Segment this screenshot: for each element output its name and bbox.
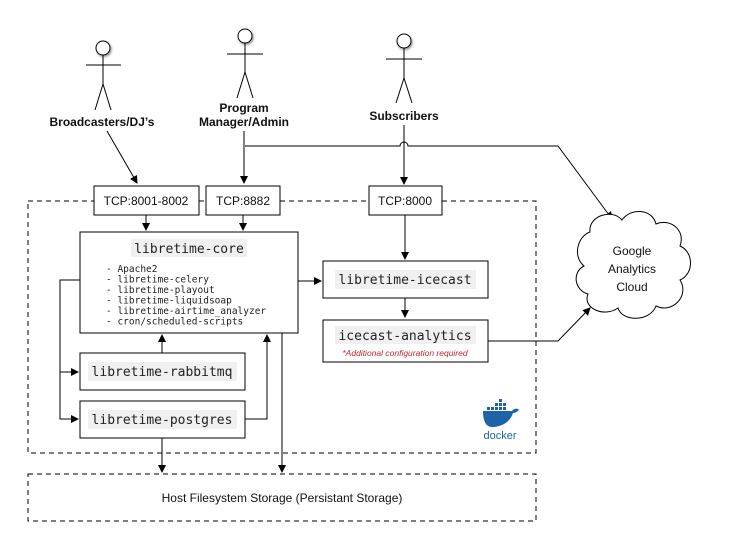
actor-broadcasters: Broadcasters/DJ’s	[50, 40, 155, 129]
core-item: - libretime-liquidsoap	[106, 296, 232, 307]
actor-label-broadcasters: Broadcasters/DJ’s	[50, 115, 155, 129]
cloud-label-line1: Google	[613, 244, 652, 258]
actor-head	[396, 33, 412, 49]
core-item: - libretime-airtime_analyzer	[106, 306, 266, 317]
edge-analytics-cloud	[488, 307, 591, 342]
actor-subscribers: Subscribers	[369, 33, 439, 123]
port-label-admin: TCP:8882	[216, 194, 270, 208]
core-item: - Apache2	[106, 264, 157, 275]
core-item: - cron/scheduled-scripts	[106, 317, 243, 328]
actor-program-manager: Program Manager/Admin	[199, 28, 289, 129]
service-analytics-label: icecast-analytics	[338, 329, 471, 344]
service-rabbitmq-label: libretime-rabbitmq	[92, 365, 233, 380]
actor-head	[237, 28, 253, 44]
architecture-diagram: Host Filesystem Storage (Persistant Stor…	[27, 28, 691, 522]
port-label-stream: TCP:8000	[378, 194, 432, 208]
edge-broadcasters-port	[106, 130, 138, 184]
storage-label: Host Filesystem Storage (Persistant Stor…	[162, 491, 403, 505]
cloud-label-line2: Analytics	[608, 262, 656, 276]
docker-label: docker	[483, 430, 516, 442]
core-item: - libretime-celery	[106, 275, 209, 286]
core-item: - libretime-playout	[106, 285, 215, 296]
port-label-broadcast: TCP:8001-8002	[104, 194, 189, 208]
actor-label-manager-line1: Program	[219, 101, 268, 115]
analytics-config-note: *Additional configuration required	[342, 348, 467, 358]
docker-whale-icon	[483, 399, 519, 427]
actor-label-subscribers: Subscribers	[369, 109, 439, 123]
actor-label-manager-line2: Manager/Admin	[199, 115, 289, 129]
actor-head	[95, 40, 111, 56]
cloud-label-line3: Cloud	[616, 280, 647, 294]
docker-logo: docker	[483, 399, 519, 442]
google-analytics-cloud: Google Analytics Cloud	[575, 211, 691, 319]
service-postgres-label: libretime-postgres	[92, 413, 233, 428]
service-core-title: libretime-core	[134, 242, 244, 257]
service-icecast-label: libretime-icecast	[338, 273, 471, 288]
